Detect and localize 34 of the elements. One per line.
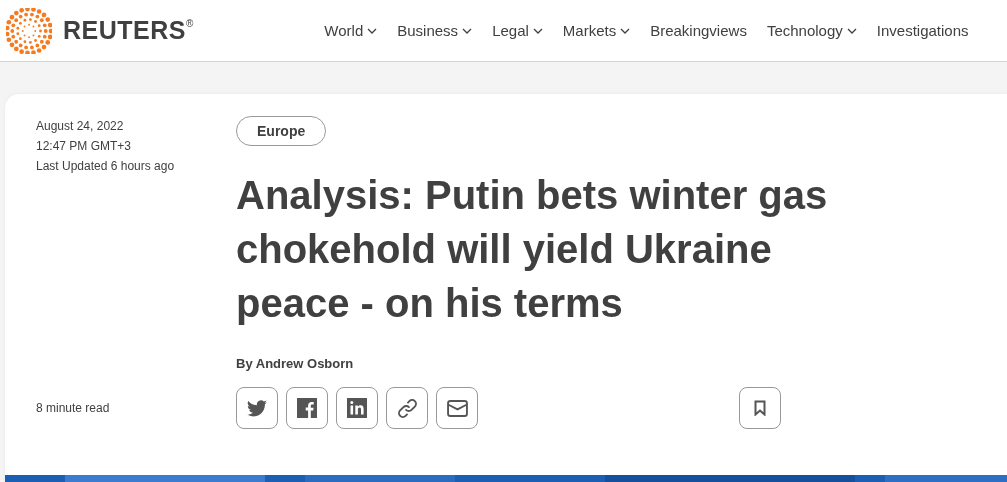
publish-time: 12:47 PM GMT+3 bbox=[36, 138, 133, 155]
chevron-down-icon bbox=[532, 27, 543, 34]
chevron-down-icon bbox=[462, 27, 473, 34]
facebook-share-button[interactable] bbox=[286, 387, 328, 429]
section-tag[interactable]: Europe bbox=[236, 116, 327, 146]
byline: By Andrew Osborn bbox=[236, 356, 355, 371]
nav-item[interactable]: Breakingviews bbox=[650, 22, 747, 39]
nav-item[interactable]: World bbox=[324, 22, 378, 39]
chevron-down-icon bbox=[620, 27, 631, 34]
logo-icon[interactable] bbox=[6, 7, 52, 54]
email-share-button[interactable] bbox=[436, 387, 478, 429]
chevron-down-icon bbox=[367, 27, 378, 34]
twitter-share-button[interactable] bbox=[236, 387, 278, 429]
linkedin-icon bbox=[347, 398, 367, 418]
facebook-icon bbox=[297, 398, 317, 418]
nav-item[interactable]: Markets bbox=[562, 22, 631, 39]
last-updated: Last Updated 6 hours ago bbox=[36, 158, 176, 175]
headline: Analysis: Putin bets winter gas chokehold will yield Ukraine peace - on his terms bbox=[236, 172, 829, 327]
publish-date: August 24, 2022 bbox=[36, 118, 125, 135]
link-share-button[interactable] bbox=[386, 387, 428, 429]
brand-name[interactable]: REUTERS bbox=[63, 16, 186, 45]
nav-item[interactable]: Legal bbox=[492, 22, 543, 39]
registered-mark: ® bbox=[185, 18, 194, 29]
bookmark-button[interactable] bbox=[739, 387, 781, 429]
nav-item[interactable]: Technology bbox=[766, 22, 857, 39]
nav-item[interactable]: Business bbox=[397, 22, 473, 39]
chevron-down-icon bbox=[846, 27, 857, 34]
link-icon bbox=[396, 397, 418, 419]
nav-item[interactable]: Investigations bbox=[876, 22, 969, 39]
envelope-icon bbox=[446, 399, 468, 417]
linkedin-share-button[interactable] bbox=[336, 387, 378, 429]
bird-icon bbox=[247, 399, 267, 417]
bookmark-icon bbox=[754, 400, 766, 416]
read-time: 8 minute read bbox=[35, 400, 111, 417]
